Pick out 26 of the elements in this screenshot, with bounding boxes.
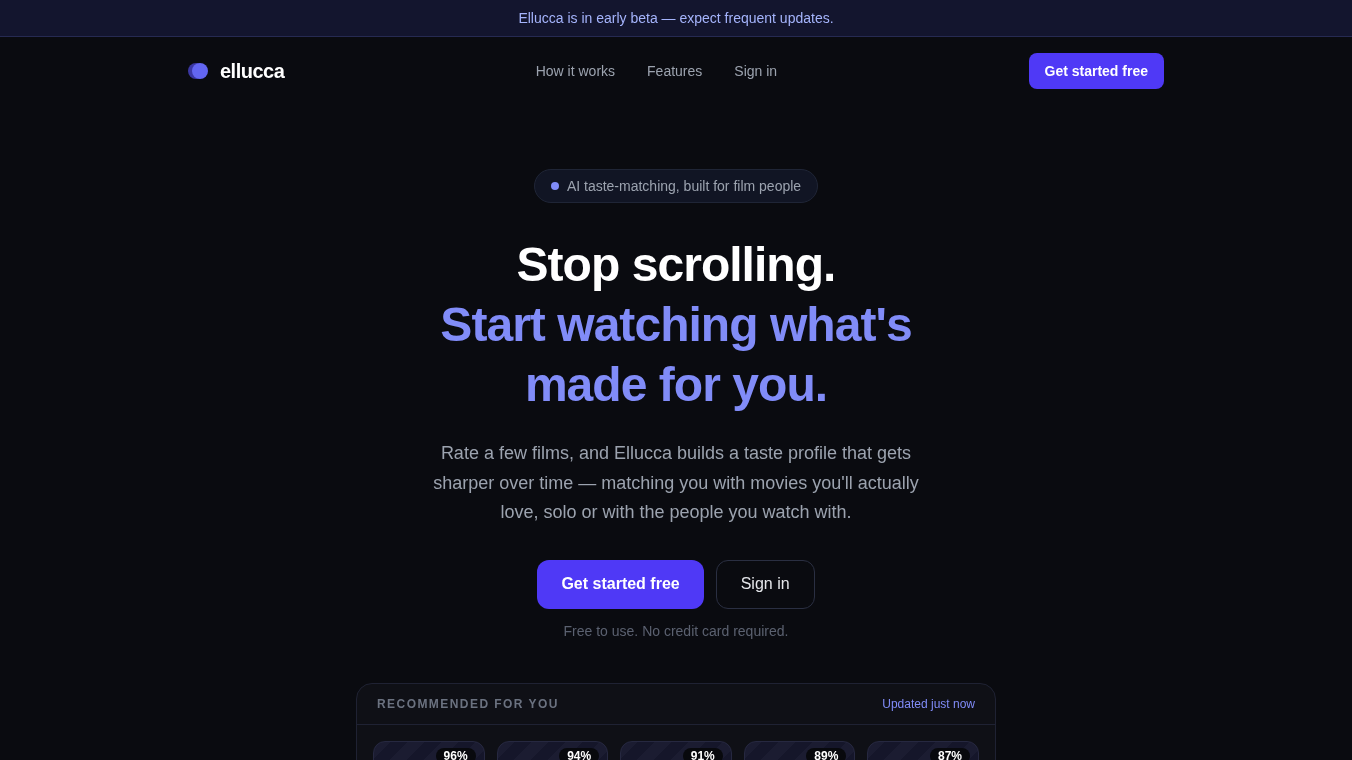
tagline-text: AI taste-matching, built for film people bbox=[566, 177, 802, 196]
note-text: Free to use. No credit card required. bbox=[563, 621, 789, 641]
announcement-text: Ellucca is in early beta — expect frequent updates. bbox=[518, 9, 834, 28]
match-percentage: 87% bbox=[929, 747, 970, 760]
nav-link[interactable]: Features bbox=[647, 61, 703, 81]
movie-poster-placeholder[interactable]: 96% bbox=[373, 740, 485, 760]
movie-poster-placeholder[interactable]: 87% bbox=[867, 740, 979, 760]
match-percentage: 89% bbox=[806, 747, 847, 760]
recommendations-title: RECOMMENDED FOR YOU bbox=[377, 695, 559, 712]
sign-in-button[interactable]: Sign in bbox=[715, 559, 815, 609]
match-percentage: 96% bbox=[435, 747, 476, 760]
hero-title-highlight: Start watching what's made for you. bbox=[439, 297, 913, 413]
movie-poster-placeholder[interactable]: 89% bbox=[743, 740, 856, 760]
brand-name: ellucca bbox=[220, 59, 285, 84]
movie-poster-placeholder[interactable]: 91% bbox=[620, 740, 732, 760]
nav-link[interactable]: Sign in bbox=[734, 61, 778, 81]
get-started-button[interactable]: Get started free bbox=[537, 559, 704, 609]
get-started-button[interactable]: Get started free bbox=[1028, 53, 1164, 89]
match-percentage: 91% bbox=[682, 747, 723, 760]
nav-link[interactable]: How it works bbox=[535, 61, 616, 81]
updated-status: Updated just now bbox=[882, 695, 975, 712]
movie-poster-placeholder[interactable]: 94% bbox=[496, 740, 609, 760]
two-circles-logo-icon bbox=[188, 63, 208, 79]
hero-title: Stop scrolling. bbox=[515, 237, 837, 293]
hero-description: Rate a few films, and Ellucca builds a taste profile that gets sharper over time — matching you with movies you'll actually love, solo or with the people you watch with. bbox=[432, 442, 920, 524]
match-percentage: 94% bbox=[559, 747, 600, 760]
